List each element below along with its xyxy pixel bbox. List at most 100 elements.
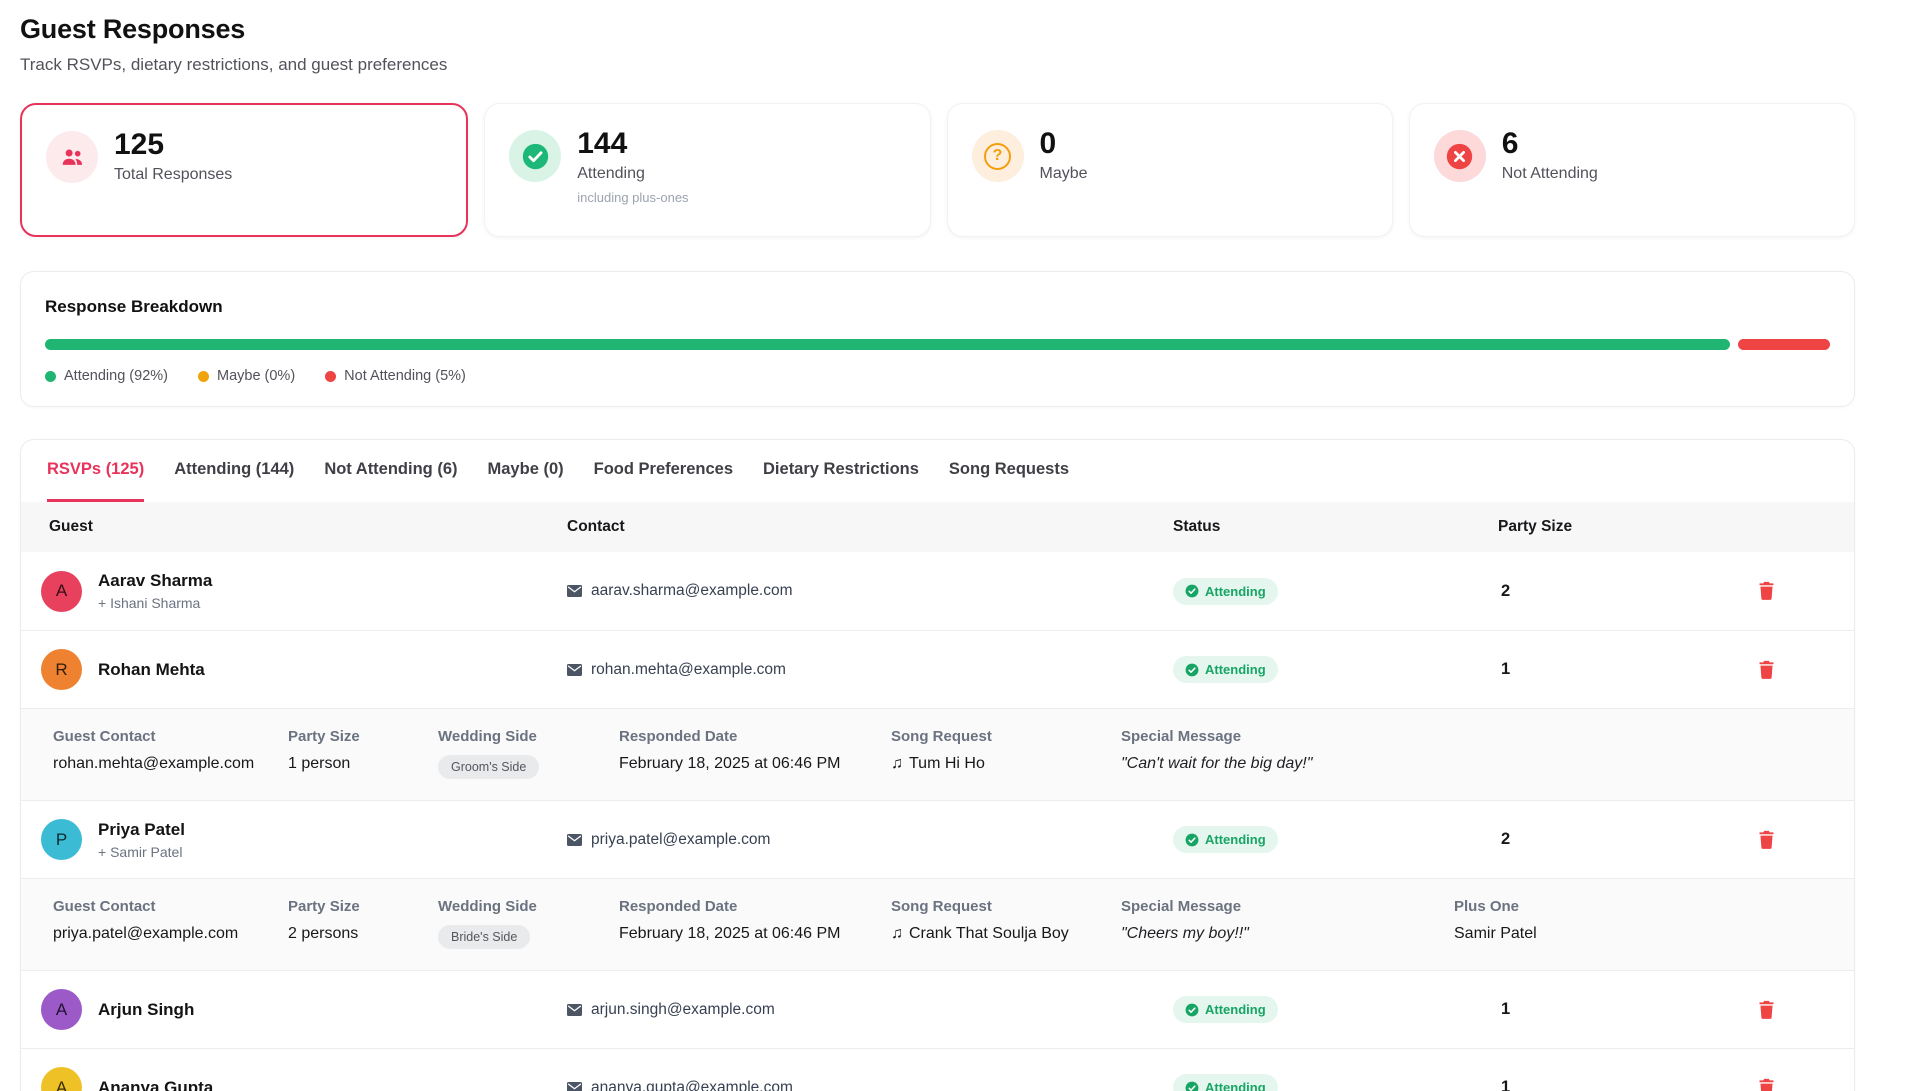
avatar: A <box>41 989 82 1030</box>
status-badge: Attending <box>1173 578 1278 605</box>
guest-email: rohan.mehta@example.com <box>591 661 786 679</box>
legend-dot-maybe <box>198 371 209 382</box>
column-header-contact: Contact <box>567 518 1173 536</box>
delete-guest-button[interactable] <box>1754 656 1779 683</box>
tab-song-requests[interactable]: Song Requests <box>949 440 1069 502</box>
trash-icon <box>1758 1078 1775 1091</box>
response-breakdown-card: Response Breakdown Attending (92%) Maybe… <box>20 271 1855 407</box>
delete-guest-button[interactable] <box>1754 996 1779 1023</box>
delete-guest-button[interactable] <box>1754 577 1779 604</box>
table-row[interactable]: P Priya Patel + Samir Patel priya.patel@… <box>21 800 1854 878</box>
detail-label-party-size: Party Size <box>288 898 438 915</box>
delete-guest-button[interactable] <box>1754 826 1779 853</box>
music-note-icon: ♫ <box>891 755 903 773</box>
detail-label-plus-one: Plus One <box>1454 898 1854 915</box>
trash-icon <box>1758 581 1775 600</box>
status-badge: Attending <box>1173 656 1278 683</box>
email-icon <box>567 664 582 676</box>
party-size-value: 1 <box>1498 660 1736 679</box>
detail-label-wedding-side: Wedding Side <box>438 898 619 915</box>
detail-special-message: "Can't wait for the big day!" <box>1121 755 1454 773</box>
detail-party-size: 1 person <box>288 755 438 773</box>
email-icon <box>567 585 582 597</box>
detail-responded-date: February 18, 2025 at 06:46 PM <box>619 755 891 773</box>
detail-label-guest-contact: Guest Contact <box>53 898 288 915</box>
detail-party-size: 2 persons <box>288 925 438 943</box>
stat-card-not-attending[interactable]: 6 Not Attending <box>1409 103 1855 237</box>
tab-not-attending[interactable]: Not Attending (6) <box>324 440 457 502</box>
trash-icon <box>1758 660 1775 679</box>
legend-dot-attending <box>45 371 56 382</box>
delete-guest-button[interactable] <box>1754 1074 1779 1091</box>
guest-email: arjun.singh@example.com <box>591 1001 775 1019</box>
not-attending-value: 6 <box>1502 128 1598 160</box>
detail-label-special-message: Special Message <box>1121 728 1454 745</box>
page-subtitle: Track RSVPs, dietary restrictions, and g… <box>20 55 1855 75</box>
tab-maybe[interactable]: Maybe (0) <box>488 440 564 502</box>
tab-attending[interactable]: Attending (144) <box>174 440 294 502</box>
party-size-value: 1 <box>1498 1078 1736 1091</box>
total-responses-value: 125 <box>114 129 232 161</box>
maybe-label: Maybe <box>1040 165 1088 183</box>
detail-label-song-request: Song Request <box>891 898 1121 915</box>
maybe-value: 0 <box>1040 128 1088 160</box>
detail-song-request: Tum Hi Ho <box>909 755 985 773</box>
stat-card-maybe[interactable]: ? 0 Maybe <box>947 103 1393 237</box>
stat-card-attending[interactable]: 144 Attending including plus-ones <box>484 103 930 237</box>
guest-detail-row: Guest Contact priya.patel@example.com Pa… <box>21 878 1854 970</box>
detail-label-party-size: Party Size <box>288 728 438 745</box>
avatar: A <box>41 1067 82 1091</box>
table-header-row: Guest Contact Status Party Size <box>21 502 1854 552</box>
email-icon <box>567 1004 582 1016</box>
guest-email: priya.patel@example.com <box>591 831 770 849</box>
party-size-value: 1 <box>1498 1000 1736 1019</box>
bar-segment-attending <box>45 339 1730 350</box>
table-row[interactable]: R Rohan Mehta rohan.mehta@example.com At… <box>21 630 1854 708</box>
status-badge: Attending <box>1173 1074 1278 1091</box>
badge-check-icon <box>1185 1081 1199 1091</box>
table-row[interactable]: A Aarav Sharma + Ishani Sharma aarav.sha… <box>21 552 1854 630</box>
guest-plus-one: + Ishani Sharma <box>98 595 212 611</box>
detail-label-song-request: Song Request <box>891 728 1121 745</box>
legend-item-maybe: Maybe (0%) <box>198 368 295 384</box>
avatar: A <box>41 571 82 612</box>
table-row[interactable]: A Ananya Gupta ananya.gupta@example.com … <box>21 1048 1854 1091</box>
legend-item-not-attending: Not Attending (5%) <box>325 368 466 384</box>
detail-guest-contact: priya.patel@example.com <box>53 925 288 943</box>
guest-name: Rohan Mehta <box>98 660 205 680</box>
detail-responded-date: February 18, 2025 at 06:46 PM <box>619 925 891 943</box>
tab-food-preferences[interactable]: Food Preferences <box>594 440 733 502</box>
tab-rsvps[interactable]: RSVPs (125) <box>47 440 144 502</box>
detail-guest-contact: rohan.mehta@example.com <box>53 755 288 773</box>
attending-value: 144 <box>577 128 688 160</box>
stat-card-total-responses[interactable]: 125 Total Responses <box>20 103 468 237</box>
party-size-value: 2 <box>1498 830 1736 849</box>
guest-email: aarav.sharma@example.com <box>591 582 793 600</box>
avatar: R <box>41 649 82 690</box>
check-circle-icon <box>509 130 561 182</box>
trash-icon <box>1758 1000 1775 1019</box>
attending-label: Attending <box>577 165 688 183</box>
badge-check-icon <box>1185 663 1199 677</box>
detail-label-special-message: Special Message <box>1121 898 1454 915</box>
guest-name: Priya Patel <box>98 820 185 840</box>
email-icon <box>567 834 582 846</box>
wedding-side-badge: Bride's Side <box>438 925 530 949</box>
badge-check-icon <box>1185 584 1199 598</box>
badge-check-icon <box>1185 833 1199 847</box>
detail-special-message: "Cheers my boy!!" <box>1121 925 1454 943</box>
total-responses-label: Total Responses <box>114 166 232 184</box>
page-title: Guest Responses <box>20 14 1855 45</box>
tab-dietary-restrictions[interactable]: Dietary Restrictions <box>763 440 919 502</box>
guest-email: ananya.gupta@example.com <box>591 1079 793 1091</box>
badge-check-icon <box>1185 1003 1199 1017</box>
detail-song-request: Crank That Soulja Boy <box>909 925 1069 943</box>
tab-bar: RSVPs (125) Attending (144) Not Attendin… <box>21 440 1854 502</box>
status-badge: Attending <box>1173 826 1278 853</box>
guest-name: Ananya Gupta <box>98 1078 213 1091</box>
guest-table-card: RSVPs (125) Attending (144) Not Attendin… <box>20 439 1855 1091</box>
wedding-side-badge: Groom's Side <box>438 755 539 779</box>
guest-name: Arjun Singh <box>98 1000 194 1020</box>
table-row[interactable]: A Arjun Singh arjun.singh@example.com At… <box>21 970 1854 1048</box>
question-circle-icon: ? <box>972 130 1024 182</box>
